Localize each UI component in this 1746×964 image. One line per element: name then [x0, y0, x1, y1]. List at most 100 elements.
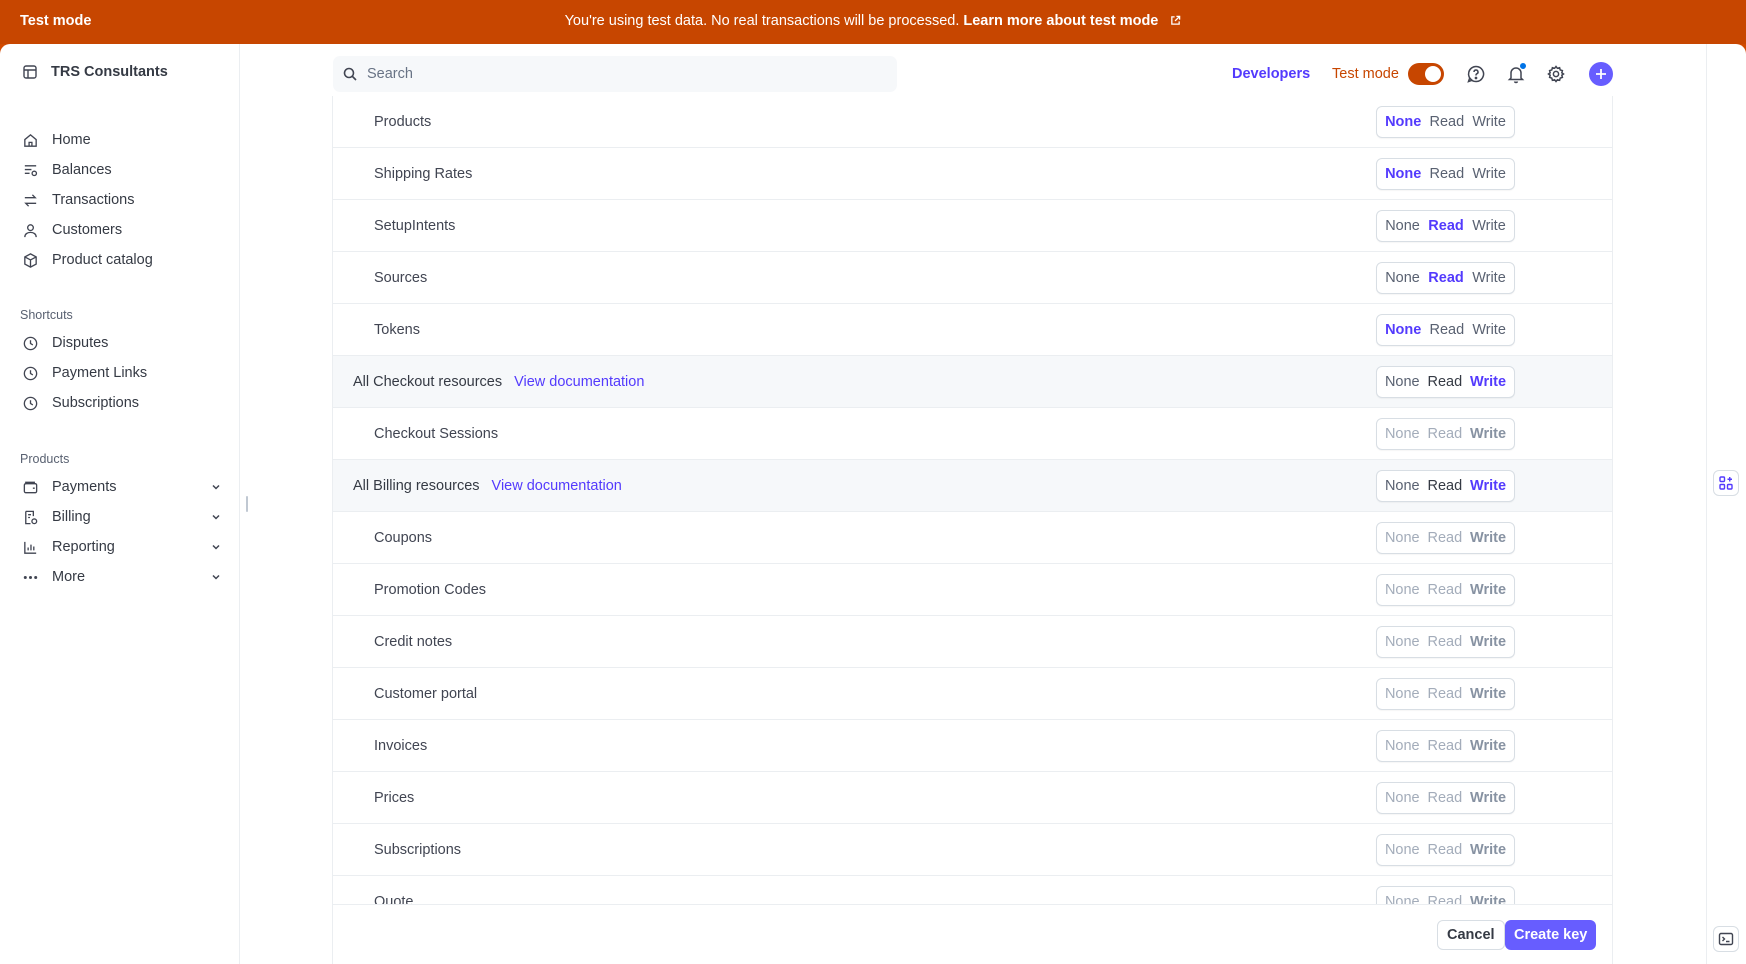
permission-selector[interactable]: None Read Write	[1376, 314, 1515, 346]
permission-option-write[interactable]: Write	[1472, 218, 1506, 234]
sidebar-item-product-catalog[interactable]: Product catalog	[22, 247, 222, 273]
permission-selector[interactable]: None Read Write	[1376, 730, 1515, 762]
permission-selector[interactable]: None Read Write	[1376, 626, 1515, 658]
permission-option-read[interactable]: Read	[1428, 270, 1463, 286]
permission-row: Subscriptions None Read Write	[333, 824, 1612, 876]
permission-label: Sources	[374, 270, 427, 286]
permission-option-read: Read	[1427, 686, 1463, 702]
permission-selector[interactable]: None Read Write	[1376, 418, 1515, 450]
permission-row: Sources None Read Write	[333, 252, 1612, 304]
permission-option-read[interactable]: Read	[1429, 166, 1464, 182]
permission-label: All Checkout resources View documentation	[353, 374, 644, 390]
permission-option-write[interactable]: Write	[1472, 322, 1506, 338]
permission-selector[interactable]: None Read Write	[1376, 782, 1515, 814]
account-switcher[interactable]: TRS Consultants	[22, 64, 168, 80]
permission-selector[interactable]: None Read Write	[1376, 834, 1515, 866]
sidebar-item-customers[interactable]: Customers	[22, 217, 222, 243]
permission-option-none[interactable]: None	[1385, 270, 1420, 286]
permission-option-read: Read	[1427, 530, 1463, 546]
chevron-down-icon[interactable]	[210, 481, 222, 493]
permission-option-write: Write	[1470, 790, 1507, 806]
permission-selector[interactable]: None Read Write	[1376, 158, 1515, 190]
shortcuts-label: Shortcuts	[20, 308, 73, 322]
view-documentation-link[interactable]: View documentation	[514, 374, 644, 390]
sidebar-item-payments[interactable]: Payments	[22, 474, 222, 500]
permission-name: SetupIntents	[374, 217, 456, 234]
toggle-knob	[1425, 66, 1441, 82]
permission-option-read[interactable]: Read	[1427, 374, 1462, 390]
create-key-button[interactable]: Create key	[1505, 920, 1597, 950]
permission-row: Shipping Rates None Read Write	[333, 148, 1612, 200]
sidebar-item-payment-links[interactable]: Payment Links	[22, 360, 222, 386]
developers-link[interactable]: Developers	[1232, 66, 1310, 82]
permission-option-read[interactable]: Read	[1428, 218, 1463, 234]
sidebar-item-home[interactable]: Home	[22, 127, 222, 153]
create-new-button[interactable]	[1589, 62, 1613, 86]
external-link-icon[interactable]	[1170, 15, 1181, 26]
permission-selector[interactable]: None Read Write	[1376, 522, 1515, 554]
permission-row: Coupons None Read Write	[333, 512, 1612, 564]
search-bar[interactable]	[333, 56, 897, 92]
permissions-panel: Products None Read Write Shipping Rates None R…	[332, 96, 1613, 964]
permission-option-write[interactable]: Write	[1470, 374, 1506, 390]
permission-name: Shipping Rates	[374, 165, 473, 182]
permission-option-read[interactable]: Read	[1429, 322, 1464, 338]
permission-option-write[interactable]: Write	[1472, 270, 1506, 286]
permission-name: All Checkout resources	[353, 373, 503, 390]
sidebar-item-subscriptions[interactable]: Subscriptions	[22, 390, 222, 416]
sidebar-collapse-handle[interactable]	[246, 496, 248, 512]
permission-label: Prices	[374, 790, 414, 806]
permission-option-none[interactable]: None	[1385, 218, 1420, 234]
permission-option-none[interactable]: None	[1385, 114, 1421, 130]
permission-option-write: Write	[1470, 842, 1507, 858]
permission-option-write[interactable]: Write	[1472, 114, 1506, 130]
permission-selector[interactable]: None Read Write	[1376, 366, 1515, 398]
sidebar-item-transactions[interactable]: Transactions	[22, 187, 222, 213]
banner-message: You're using test data. No real transact…	[564, 13, 960, 29]
test-mode-toggle[interactable]	[1408, 63, 1444, 85]
permission-selector[interactable]: None Read Write	[1376, 678, 1515, 710]
search-input[interactable]	[367, 66, 867, 82]
chevron-down-icon[interactable]	[210, 571, 222, 583]
permission-option-write[interactable]: Write	[1470, 478, 1506, 494]
permission-option-read[interactable]: Read	[1429, 114, 1464, 130]
view-documentation-link[interactable]: View documentation	[492, 478, 622, 494]
permission-selector[interactable]: None Read Write	[1376, 262, 1515, 294]
help-icon[interactable]	[1466, 64, 1486, 84]
permission-option-write[interactable]: Write	[1472, 166, 1506, 182]
learn-more-link[interactable]: Learn more about test mode	[963, 13, 1158, 29]
permission-name: Subscriptions	[374, 841, 462, 858]
permission-selector[interactable]: None Read Write	[1376, 574, 1515, 606]
sidebar-item-label: Reporting	[52, 539, 115, 555]
sidebar-item-disputes[interactable]: Disputes	[22, 330, 222, 356]
shell-button[interactable]	[1713, 926, 1739, 952]
chevron-down-icon[interactable]	[210, 511, 222, 523]
permission-option-none[interactable]: None	[1385, 374, 1420, 390]
permission-name: Tokens	[374, 321, 420, 338]
sidebar-item-balances[interactable]: Balances	[22, 157, 222, 183]
permission-selector[interactable]: None Read Write	[1376, 210, 1515, 242]
permission-option-none[interactable]: None	[1385, 166, 1421, 182]
cancel-button[interactable]: Cancel	[1437, 920, 1505, 950]
permission-row: Tokens None Read Write	[333, 304, 1612, 356]
permission-row: SetupIntents None Read Write	[333, 200, 1612, 252]
gear-icon[interactable]	[1546, 64, 1566, 84]
sidebar-item-reporting[interactable]: Reporting	[22, 534, 222, 560]
chevron-down-icon[interactable]	[210, 541, 222, 553]
permission-option-none: None	[1384, 790, 1420, 806]
apps-button[interactable]	[1713, 470, 1739, 496]
permission-option-none[interactable]: None	[1385, 322, 1421, 338]
sidebar-item-label: Payments	[52, 479, 117, 495]
permission-option-none: None	[1384, 426, 1420, 442]
permission-name: Checkout Sessions	[374, 425, 499, 442]
permission-selector[interactable]: None Read Write	[1376, 470, 1515, 502]
apps-icon	[1719, 476, 1733, 490]
permission-option-none[interactable]: None	[1385, 478, 1420, 494]
sidebar-item-more[interactable]: More	[22, 564, 222, 590]
permission-row: Products None Read Write	[333, 96, 1612, 148]
permission-selector[interactable]: None Read Write	[1376, 106, 1515, 138]
permission-name: All Billing resources	[353, 477, 480, 494]
banner-message-wrap: You're using test data. No real transact…	[0, 13, 1746, 29]
permission-option-read[interactable]: Read	[1427, 478, 1462, 494]
sidebar-item-billing[interactable]: Billing	[22, 504, 222, 530]
